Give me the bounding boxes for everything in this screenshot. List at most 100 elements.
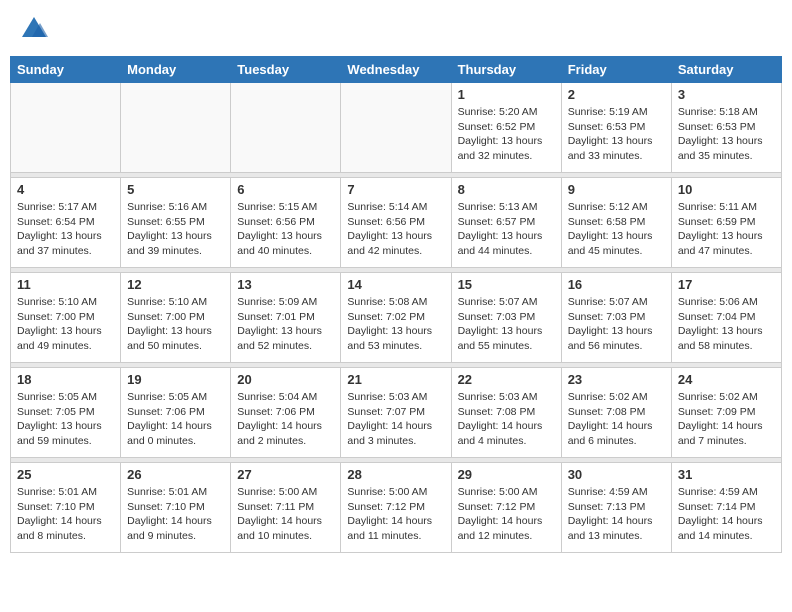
day-info: Sunrise: 5:20 AM Sunset: 6:52 PM Dayligh… bbox=[458, 105, 555, 164]
calendar-cell: 17 Sunrise: 5:06 AM Sunset: 7:04 PM Dayli… bbox=[671, 273, 781, 363]
day-info: Sunrise: 5:10 AM Sunset: 7:00 PM Dayligh… bbox=[127, 295, 224, 354]
day-info: Sunrise: 5:06 AM Sunset: 7:04 PM Dayligh… bbox=[678, 295, 775, 354]
day-number: 2 bbox=[568, 87, 665, 102]
day-number: 16 bbox=[568, 277, 665, 292]
day-number: 11 bbox=[17, 277, 114, 292]
calendar-cell: 3 Sunrise: 5:18 AM Sunset: 6:53 PM Daylig… bbox=[671, 83, 781, 173]
calendar-cell bbox=[121, 83, 231, 173]
day-number: 29 bbox=[458, 467, 555, 482]
day-info: Sunrise: 4:59 AM Sunset: 7:14 PM Dayligh… bbox=[678, 485, 775, 544]
calendar-cell: 28 Sunrise: 5:00 AM Sunset: 7:12 PM Dayli… bbox=[341, 463, 451, 553]
calendar: SundayMondayTuesdayWednesdayThursdayFrid… bbox=[10, 56, 782, 553]
day-info: Sunrise: 5:11 AM Sunset: 6:59 PM Dayligh… bbox=[678, 200, 775, 259]
day-number: 5 bbox=[127, 182, 224, 197]
day-number: 8 bbox=[458, 182, 555, 197]
calendar-cell: 9 Sunrise: 5:12 AM Sunset: 6:58 PM Daylig… bbox=[561, 178, 671, 268]
calendar-cell: 1 Sunrise: 5:20 AM Sunset: 6:52 PM Daylig… bbox=[451, 83, 561, 173]
day-info: Sunrise: 5:14 AM Sunset: 6:56 PM Dayligh… bbox=[347, 200, 444, 259]
day-number: 15 bbox=[458, 277, 555, 292]
day-number: 28 bbox=[347, 467, 444, 482]
calendar-week-row: 25 Sunrise: 5:01 AM Sunset: 7:10 PM Dayli… bbox=[11, 463, 782, 553]
weekday-header-thursday: Thursday bbox=[451, 57, 561, 83]
day-number: 14 bbox=[347, 277, 444, 292]
day-info: Sunrise: 5:00 AM Sunset: 7:12 PM Dayligh… bbox=[458, 485, 555, 544]
day-info: Sunrise: 5:01 AM Sunset: 7:10 PM Dayligh… bbox=[17, 485, 114, 544]
calendar-cell: 7 Sunrise: 5:14 AM Sunset: 6:56 PM Daylig… bbox=[341, 178, 451, 268]
day-info: Sunrise: 5:12 AM Sunset: 6:58 PM Dayligh… bbox=[568, 200, 665, 259]
calendar-week-row: 4 Sunrise: 5:17 AM Sunset: 6:54 PM Daylig… bbox=[11, 178, 782, 268]
calendar-week-row: 1 Sunrise: 5:20 AM Sunset: 6:52 PM Daylig… bbox=[11, 83, 782, 173]
day-number: 24 bbox=[678, 372, 775, 387]
calendar-cell: 8 Sunrise: 5:13 AM Sunset: 6:57 PM Daylig… bbox=[451, 178, 561, 268]
weekday-header-row: SundayMondayTuesdayWednesdayThursdayFrid… bbox=[11, 57, 782, 83]
day-number: 22 bbox=[458, 372, 555, 387]
day-number: 20 bbox=[237, 372, 334, 387]
day-info: Sunrise: 5:00 AM Sunset: 7:11 PM Dayligh… bbox=[237, 485, 334, 544]
day-info: Sunrise: 5:04 AM Sunset: 7:06 PM Dayligh… bbox=[237, 390, 334, 449]
calendar-cell bbox=[341, 83, 451, 173]
calendar-cell: 18 Sunrise: 5:05 AM Sunset: 7:05 PM Dayli… bbox=[11, 368, 121, 458]
day-number: 19 bbox=[127, 372, 224, 387]
calendar-cell: 29 Sunrise: 5:00 AM Sunset: 7:12 PM Dayli… bbox=[451, 463, 561, 553]
day-info: Sunrise: 5:16 AM Sunset: 6:55 PM Dayligh… bbox=[127, 200, 224, 259]
day-info: Sunrise: 5:10 AM Sunset: 7:00 PM Dayligh… bbox=[17, 295, 114, 354]
day-info: Sunrise: 5:07 AM Sunset: 7:03 PM Dayligh… bbox=[568, 295, 665, 354]
weekday-header-monday: Monday bbox=[121, 57, 231, 83]
calendar-cell: 24 Sunrise: 5:02 AM Sunset: 7:09 PM Dayli… bbox=[671, 368, 781, 458]
day-number: 6 bbox=[237, 182, 334, 197]
calendar-cell: 27 Sunrise: 5:00 AM Sunset: 7:11 PM Dayli… bbox=[231, 463, 341, 553]
calendar-cell: 4 Sunrise: 5:17 AM Sunset: 6:54 PM Daylig… bbox=[11, 178, 121, 268]
day-number: 9 bbox=[568, 182, 665, 197]
day-number: 17 bbox=[678, 277, 775, 292]
day-info: Sunrise: 5:08 AM Sunset: 7:02 PM Dayligh… bbox=[347, 295, 444, 354]
calendar-cell: 13Sunrise: 5:09 AM Sunset: 7:01 PM Dayli… bbox=[231, 273, 341, 363]
day-info: Sunrise: 5:15 AM Sunset: 6:56 PM Dayligh… bbox=[237, 200, 334, 259]
calendar-cell bbox=[231, 83, 341, 173]
weekday-header-tuesday: Tuesday bbox=[231, 57, 341, 83]
day-number: 4 bbox=[17, 182, 114, 197]
calendar-cell: 12Sunrise: 5:10 AM Sunset: 7:00 PM Dayli… bbox=[121, 273, 231, 363]
day-number: 21 bbox=[347, 372, 444, 387]
weekday-header-friday: Friday bbox=[561, 57, 671, 83]
day-info: Sunrise: 5:18 AM Sunset: 6:53 PM Dayligh… bbox=[678, 105, 775, 164]
day-info: Sunrise: 5:02 AM Sunset: 7:08 PM Dayligh… bbox=[568, 390, 665, 449]
day-number: 25 bbox=[17, 467, 114, 482]
calendar-cell: 23 Sunrise: 5:02 AM Sunset: 7:08 PM Dayli… bbox=[561, 368, 671, 458]
calendar-cell: 15 Sunrise: 5:07 AM Sunset: 7:03 PM Dayli… bbox=[451, 273, 561, 363]
day-info: Sunrise: 5:13 AM Sunset: 6:57 PM Dayligh… bbox=[458, 200, 555, 259]
day-info: Sunrise: 5:05 AM Sunset: 7:06 PM Dayligh… bbox=[127, 390, 224, 449]
calendar-cell: 21 Sunrise: 5:03 AM Sunset: 7:07 PM Dayli… bbox=[341, 368, 451, 458]
day-number: 23 bbox=[568, 372, 665, 387]
calendar-week-row: 18 Sunrise: 5:05 AM Sunset: 7:05 PM Dayli… bbox=[11, 368, 782, 458]
day-number: 18 bbox=[17, 372, 114, 387]
calendar-cell bbox=[11, 83, 121, 173]
calendar-cell: 16 Sunrise: 5:07 AM Sunset: 7:03 PM Dayli… bbox=[561, 273, 671, 363]
day-info: Sunrise: 5:02 AM Sunset: 7:09 PM Dayligh… bbox=[678, 390, 775, 449]
day-info: Sunrise: 5:05 AM Sunset: 7:05 PM Dayligh… bbox=[17, 390, 114, 449]
calendar-cell: 20 Sunrise: 5:04 AM Sunset: 7:06 PM Dayli… bbox=[231, 368, 341, 458]
day-info: Sunrise: 5:01 AM Sunset: 7:10 PM Dayligh… bbox=[127, 485, 224, 544]
day-number: 13 bbox=[237, 277, 334, 292]
day-number: 3 bbox=[678, 87, 775, 102]
day-info: Sunrise: 5:07 AM Sunset: 7:03 PM Dayligh… bbox=[458, 295, 555, 354]
calendar-cell: 6 Sunrise: 5:15 AM Sunset: 6:56 PM Daylig… bbox=[231, 178, 341, 268]
day-info: Sunrise: 5:19 AM Sunset: 6:53 PM Dayligh… bbox=[568, 105, 665, 164]
day-info: Sunrise: 4:59 AM Sunset: 7:13 PM Dayligh… bbox=[568, 485, 665, 544]
day-info: Sunrise: 5:00 AM Sunset: 7:12 PM Dayligh… bbox=[347, 485, 444, 544]
calendar-cell: 10 Sunrise: 5:11 AM Sunset: 6:59 PM Dayli… bbox=[671, 178, 781, 268]
day-info: Sunrise: 5:03 AM Sunset: 7:07 PM Dayligh… bbox=[347, 390, 444, 449]
header bbox=[10, 10, 782, 48]
calendar-cell: 19 Sunrise: 5:05 AM Sunset: 7:06 PM Dayli… bbox=[121, 368, 231, 458]
day-number: 10 bbox=[678, 182, 775, 197]
day-number: 31 bbox=[678, 467, 775, 482]
day-number: 26 bbox=[127, 467, 224, 482]
calendar-cell: 22 Sunrise: 5:03 AM Sunset: 7:08 PM Dayli… bbox=[451, 368, 561, 458]
day-number: 27 bbox=[237, 467, 334, 482]
day-number: 7 bbox=[347, 182, 444, 197]
day-info: Sunrise: 5:17 AM Sunset: 6:54 PM Dayligh… bbox=[17, 200, 114, 259]
day-number: 1 bbox=[458, 87, 555, 102]
weekday-header-wednesday: Wednesday bbox=[341, 57, 451, 83]
calendar-cell: 2 Sunrise: 5:19 AM Sunset: 6:53 PM Daylig… bbox=[561, 83, 671, 173]
day-info: Sunrise: 5:03 AM Sunset: 7:08 PM Dayligh… bbox=[458, 390, 555, 449]
calendar-cell: 31 Sunrise: 4:59 AM Sunset: 7:14 PM Dayli… bbox=[671, 463, 781, 553]
